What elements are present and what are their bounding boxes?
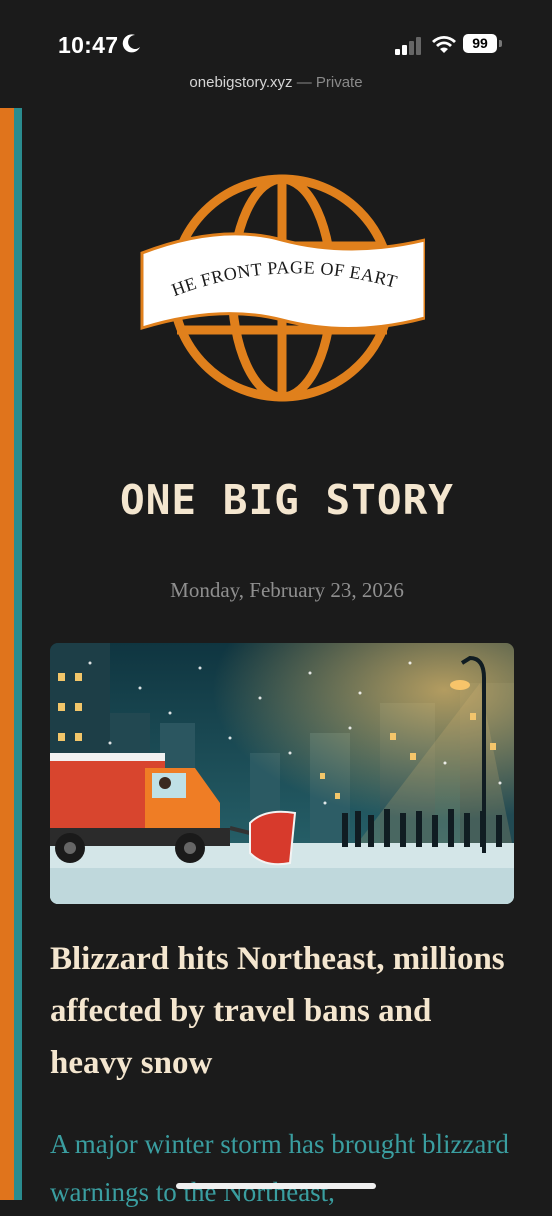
wifi-icon [432, 36, 456, 53]
article-summary: A major winter storm has brought blizzar… [50, 1129, 509, 1207]
battery-level: 99 [463, 34, 497, 53]
page-content: THE FRONT PAGE OF EARTH ONE BIG STORY Mo… [22, 108, 552, 1207]
article-headline[interactable]: Blizzard hits Northeast, millions affect… [50, 933, 520, 1089]
globe-logo[interactable]: THE FRONT PAGE OF EARTH [140, 168, 425, 408]
url-bar[interactable]: onebigstory.xyz — Private [0, 74, 552, 91]
snowplow-illustration [50, 643, 514, 904]
home-indicator[interactable] [176, 1183, 376, 1189]
signal-icon [395, 37, 421, 55]
page-accent-stripes [0, 108, 22, 1200]
site-title: ONE BIG STORY [120, 476, 454, 524]
status-bar: 10:47 99 onebigstory.xyz — Private [0, 0, 552, 91]
private-label: Private [315, 74, 363, 91]
moon-icon [122, 34, 140, 53]
hero-image[interactable] [50, 643, 514, 904]
status-time: 10:47 [58, 32, 119, 58]
date-line: Monday, February 23, 2026 [170, 578, 404, 602]
url-domain: onebigstory.xyz [189, 74, 293, 91]
url-separator: — [292, 74, 316, 91]
battery-icon: 99 [463, 34, 503, 55]
